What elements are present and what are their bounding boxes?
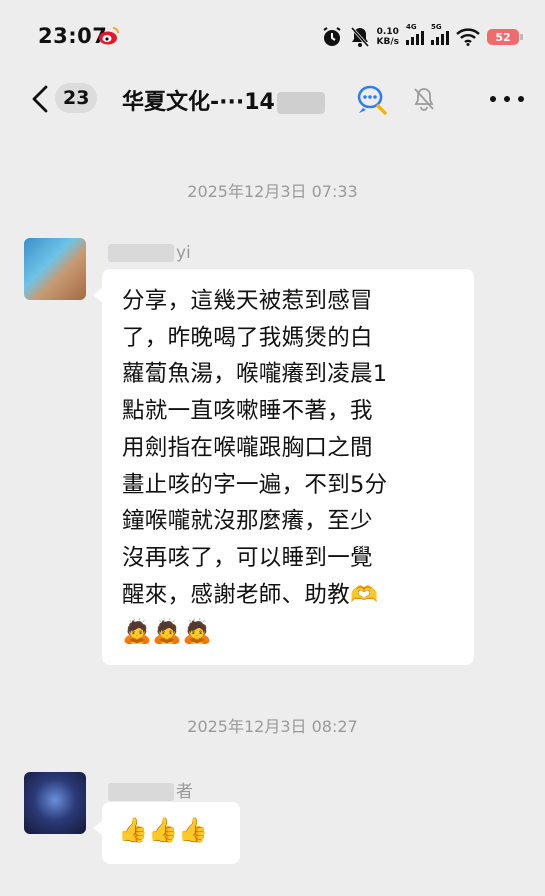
net-speed: 0.10 KB/s [377, 27, 399, 47]
status-time: 23:07 [38, 24, 108, 48]
sender-name-visible: 者 [176, 782, 193, 802]
status-icons: 0.10 KB/s 4G 5G 52 [321, 23, 523, 50]
chat-title[interactable]: 华夏文化-···14 [122, 84, 325, 116]
signal-1-label: 4G [406, 23, 417, 31]
message-timestamp: 2025年12月3日 07:33 [187, 182, 358, 201]
message-line: 🙇🙇🙇 [122, 617, 213, 646]
more-icon[interactable] [490, 96, 524, 104]
message-line: 👍👍👍 [118, 816, 209, 844]
mute-icon[interactable] [412, 86, 436, 112]
message-line: 畫止咳的字一遍，不到5分 [122, 471, 388, 498]
chat-header: 23 华夏文化-···14 [0, 72, 545, 130]
message-bubble[interactable]: 👍👍👍 [93, 802, 240, 864]
net-speed-value: 0.10 [376, 27, 399, 37]
message-line: 沒再咳了，可以睡到一覺 [122, 544, 373, 571]
signal-icon: 4G [406, 23, 424, 45]
redacted-region [108, 783, 174, 801]
message-line: 鐘喉嚨就沒那麼癢，至少 [122, 508, 373, 535]
status-bar: 23:07 0.10 KB/s 4G 5G 52 [0, 0, 545, 72]
mute-status-icon [350, 27, 369, 47]
redacted-region [276, 92, 325, 114]
weibo-icon [99, 27, 119, 45]
net-speed-unit: KB/s [376, 37, 399, 47]
message-line: 用劍指在喉嚨跟胸口之間 [122, 434, 373, 461]
sender-name-visible: yi [176, 243, 191, 263]
message-line: 點就一直咳嗽睡不著，我 [122, 398, 373, 425]
message-line: 分享，這幾天被惹到感冒 [122, 288, 373, 314]
avatar[interactable] [24, 238, 86, 300]
chat-title-text: 华夏文化-···14 [122, 90, 275, 115]
sender-name: yi [108, 243, 191, 263]
message-line: 醒來，感謝老師、助教🫶 [122, 581, 379, 608]
signal-2-label: 5G [431, 23, 442, 31]
chat-search-icon[interactable] [354, 82, 388, 116]
message-line: 了，昨晚喝了我媽煲的白 [122, 324, 373, 351]
back-button[interactable] [28, 84, 52, 114]
alarm-icon [322, 27, 341, 46]
message-timestamp: 2025年12月3日 08:27 [187, 717, 358, 736]
avatar[interactable] [24, 772, 86, 834]
unread-count-badge[interactable]: 23 [55, 83, 98, 113]
message-line: 蘿蔔魚湯，喉嚨癢到凌晨1 [122, 361, 388, 388]
wifi-icon [456, 28, 480, 46]
signal-icon: 5G [431, 23, 449, 45]
battery-indicator: 52 [487, 29, 523, 45]
redacted-region [108, 244, 174, 262]
message-bubble[interactable]: 分享，這幾天被惹到感冒 了，昨晚喝了我媽煲的白 蘿蔔魚湯，喉嚨癢到凌晨1 點就一… [93, 269, 474, 665]
sender-name: 者 [108, 777, 193, 802]
